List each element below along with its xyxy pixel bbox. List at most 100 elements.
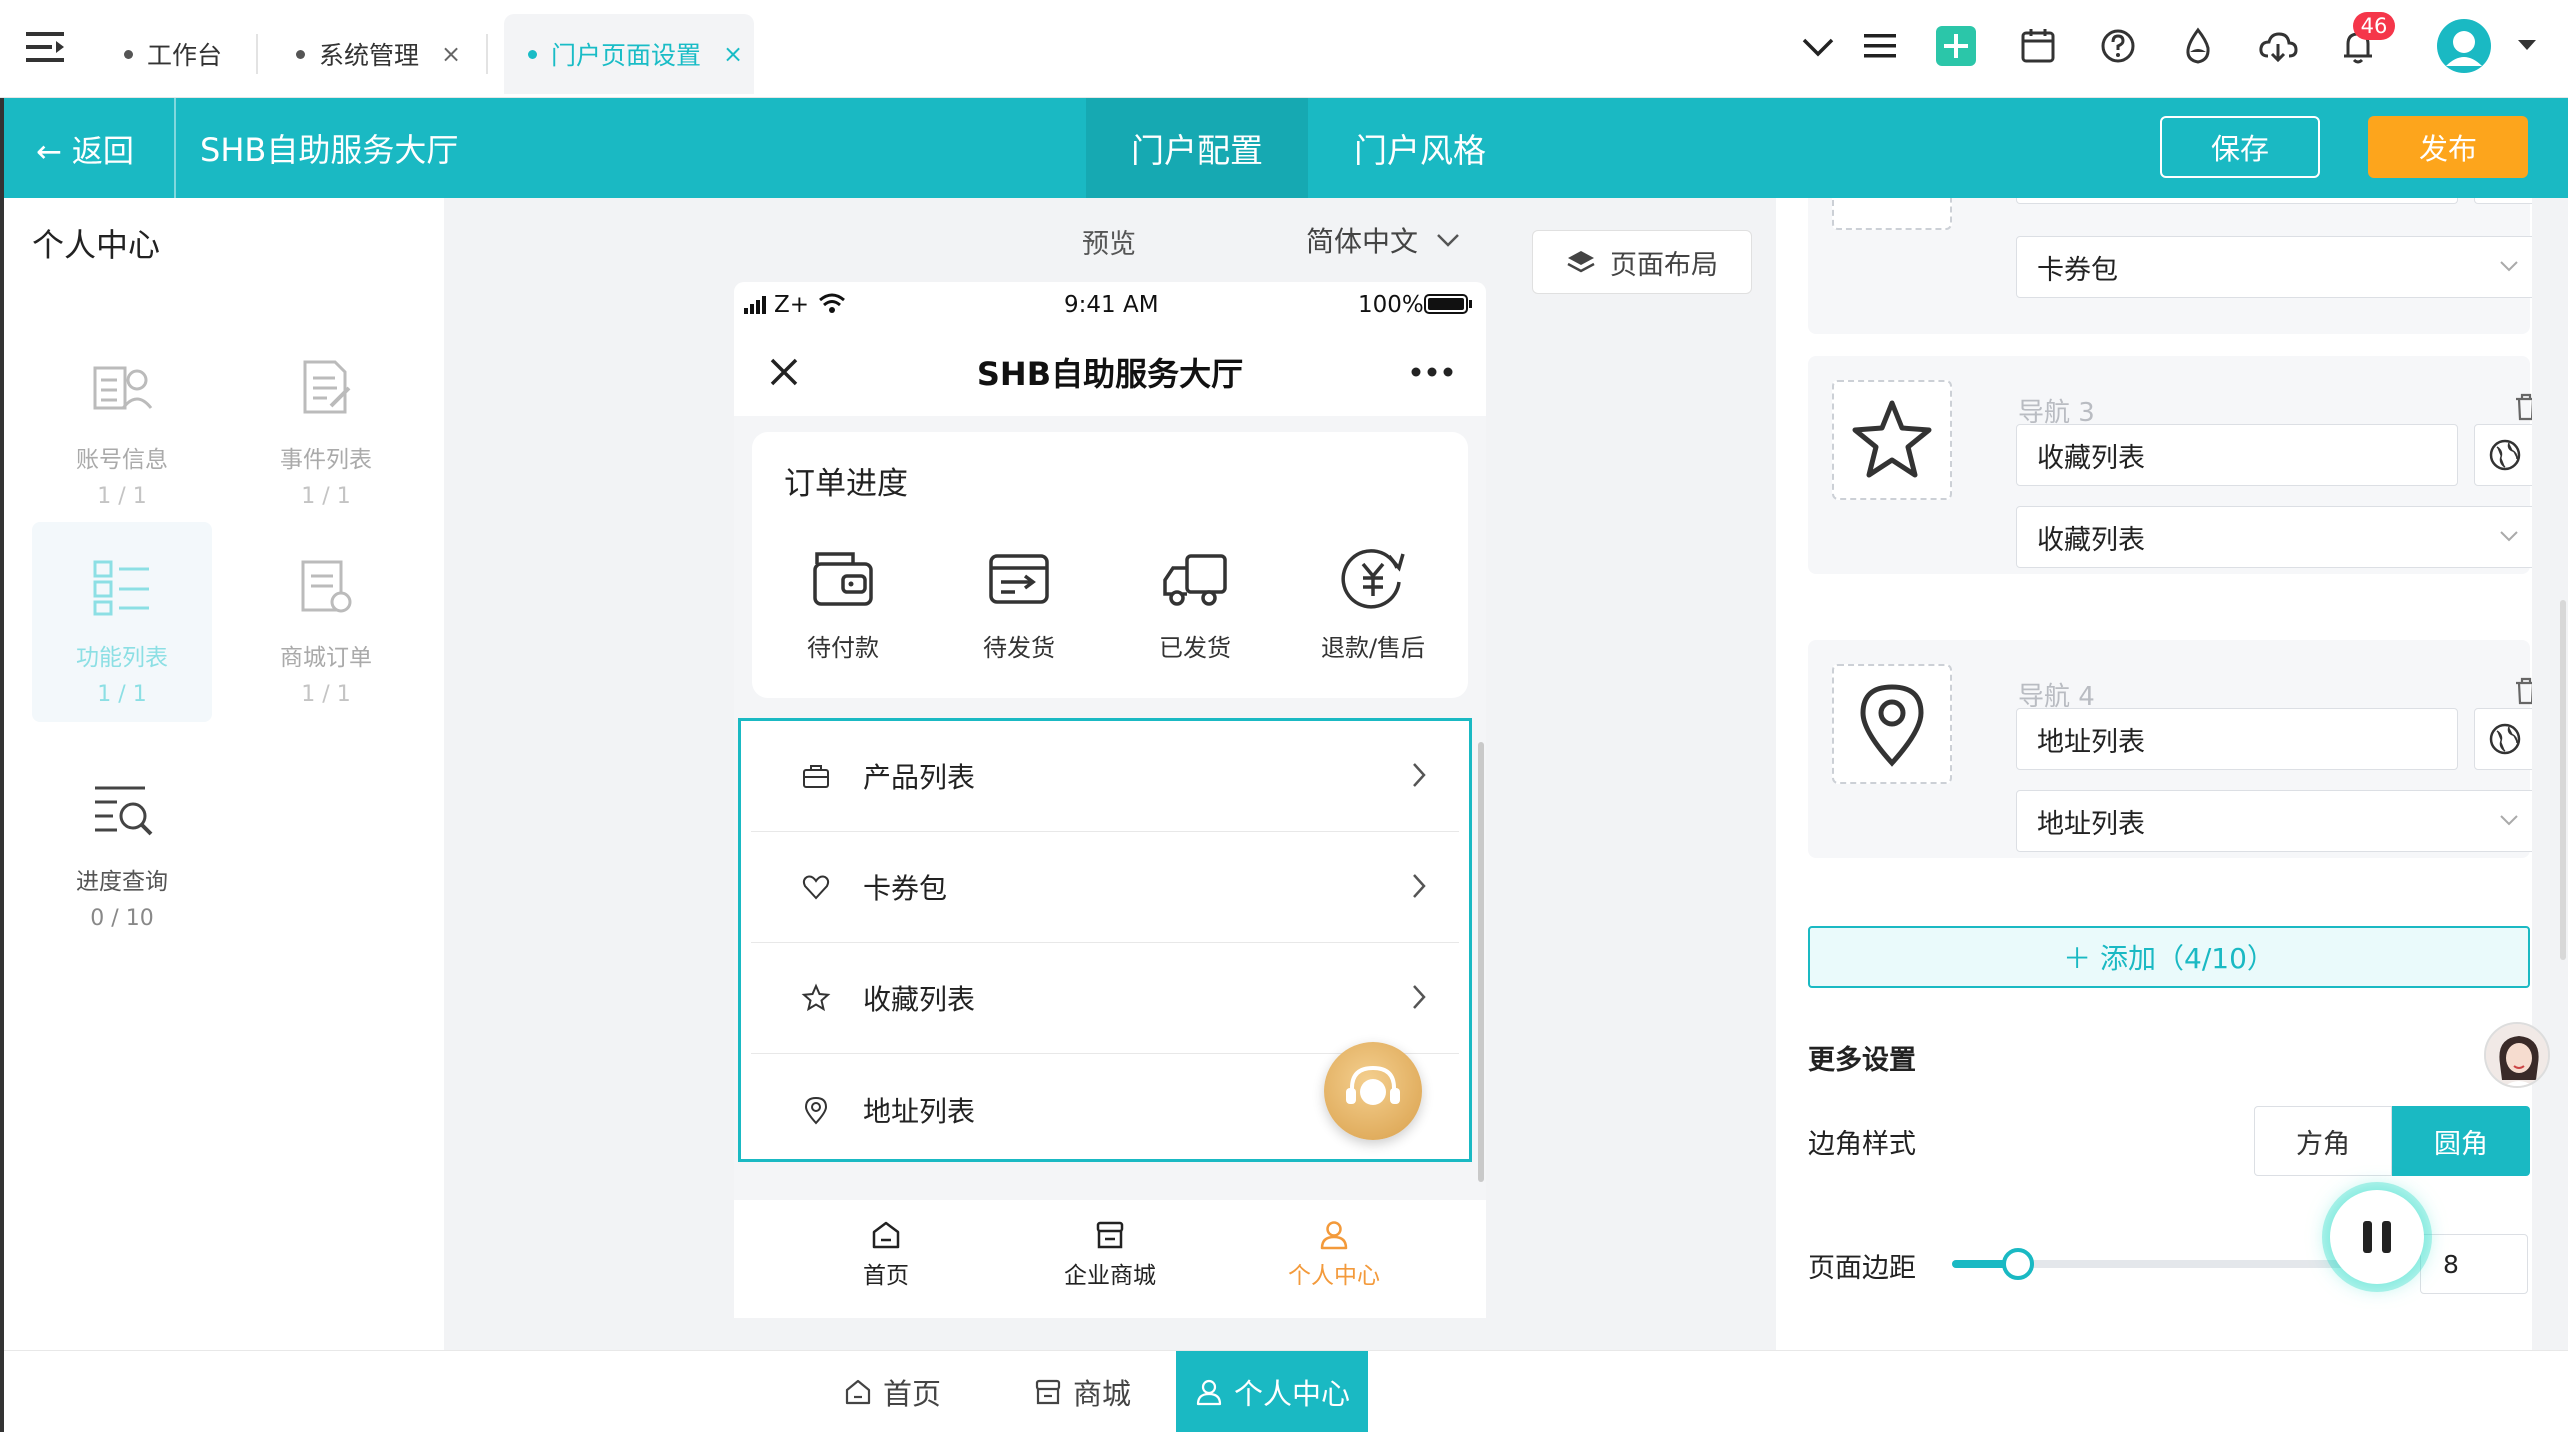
- phone-scrollbar[interactable]: [1478, 742, 1484, 1182]
- tab-portal-config[interactable]: 门户配置: [1086, 98, 1308, 198]
- globe-icon[interactable]: [2474, 198, 2532, 204]
- tab-workbench[interactable]: 工作台: [124, 14, 254, 94]
- tab-portal-style[interactable]: 门户风格: [1320, 98, 1520, 198]
- avatar-dropdown-icon[interactable]: [2512, 30, 2542, 60]
- customer-service-button[interactable]: [1324, 1042, 1422, 1140]
- menu-icon[interactable]: [26, 30, 64, 64]
- phone-tab-mall[interactable]: 企业商城: [1010, 1218, 1210, 1290]
- more-icon[interactable]: [1410, 366, 1454, 378]
- phone-tab-bar: 首页 企业商城 个人中心: [734, 1200, 1486, 1318]
- component-label: 账号信息: [76, 447, 168, 473]
- nav-image-slot[interactable]: [1832, 380, 1952, 500]
- tab-divider: [256, 34, 258, 74]
- close-icon[interactable]: ×: [723, 40, 743, 68]
- nav-link-select[interactable]: 收藏列表: [2016, 506, 2532, 568]
- corner-square-option[interactable]: 方角: [2254, 1106, 2392, 1176]
- phone-tab-label: 个人中心: [1288, 1263, 1380, 1289]
- publish-button[interactable]: 发布: [2368, 116, 2528, 178]
- fire-icon[interactable]: [2176, 24, 2220, 68]
- list-item-products[interactable]: 产品列表: [751, 721, 1459, 832]
- order-refund[interactable]: 退款/售后: [1298, 542, 1448, 663]
- component-progress-query[interactable]: 进度查询 0 / 10: [32, 746, 212, 946]
- save-button[interactable]: 保存: [2160, 116, 2320, 178]
- panel-title: 个人中心: [32, 226, 161, 264]
- nav-name-input[interactable]: 地址列表: [2016, 708, 2458, 770]
- nav-image-slot[interactable]: [1832, 198, 1952, 230]
- list-icon[interactable]: [1858, 24, 1902, 68]
- corner-round-option[interactable]: 圆角: [2392, 1106, 2530, 1176]
- user-icon: [1320, 1221, 1348, 1250]
- page-title: SHB自助服务大厅: [200, 131, 459, 169]
- star-icon: [1852, 400, 1932, 478]
- list-item-favorites[interactable]: 收藏列表: [751, 943, 1459, 1054]
- cloud-icon[interactable]: [2256, 24, 2300, 68]
- wifi-icon: [819, 293, 845, 313]
- order-shipped[interactable]: 已发货: [1120, 542, 1270, 663]
- chevron-down-icon: [2500, 531, 2518, 542]
- progress-query-icon: [95, 786, 153, 836]
- add-icon[interactable]: [1934, 24, 1978, 68]
- header-divider: [174, 98, 176, 198]
- account-info-icon: [93, 366, 153, 410]
- trash-icon[interactable]: [2512, 392, 2532, 422]
- language-globe-button[interactable]: [2474, 708, 2532, 770]
- component-event-list[interactable]: 事件列表 1 / 1: [236, 324, 416, 524]
- location-pin-icon: [1860, 684, 1924, 767]
- heart-icon: [802, 875, 830, 900]
- headset-icon: [1346, 1065, 1400, 1105]
- calendar-icon[interactable]: [2016, 24, 2060, 68]
- globe-icon: [2489, 723, 2521, 755]
- phone-tab-home[interactable]: 首页: [786, 1218, 986, 1290]
- add-nav-button[interactable]: ＋ 添加（4/10）: [1808, 926, 2530, 988]
- chevron-down-icon[interactable]: [1796, 24, 1840, 68]
- chevron-down-icon: [1437, 234, 1459, 247]
- help-icon[interactable]: [2096, 24, 2140, 68]
- bottom-tab-profile[interactable]: 个人中心: [1176, 1351, 1368, 1432]
- page-margin-input[interactable]: 8: [2420, 1234, 2528, 1294]
- chevron-right-icon: [1413, 763, 1426, 787]
- phone-tab-profile[interactable]: 个人中心: [1234, 1218, 1434, 1290]
- assistant-avatar[interactable]: [2484, 1022, 2550, 1088]
- phone-tab-label: 企业商城: [1064, 1263, 1156, 1289]
- refund-icon: [1341, 549, 1405, 609]
- box-icon: [989, 554, 1049, 604]
- close-icon[interactable]: ×: [441, 40, 461, 68]
- order-item-label: 待发货: [983, 634, 1055, 662]
- nav-link-select[interactable]: 卡券包: [2016, 236, 2532, 298]
- nav-link-value: 卡券包: [2037, 254, 2118, 286]
- list-item-label: 地址列表: [863, 1094, 976, 1128]
- page-layout-label: 页面布局: [1610, 249, 1718, 281]
- language-select[interactable]: 简体中文: [1306, 220, 1462, 260]
- recording-pause-button[interactable]: [2330, 1190, 2424, 1284]
- bottom-tab-home[interactable]: 首页: [822, 1351, 962, 1432]
- slider-handle[interactable]: [2002, 1248, 2034, 1280]
- component-function-list[interactable]: 功能列表 1 / 1: [32, 522, 212, 722]
- tab-label: 工作台: [147, 41, 223, 70]
- component-mall-orders[interactable]: 商城订单 1 / 1: [236, 522, 416, 722]
- nav-image-slot[interactable]: [1832, 664, 1952, 784]
- trash-icon[interactable]: [2512, 676, 2532, 706]
- language-globe-button[interactable]: [2474, 424, 2532, 486]
- order-item-label: 待付款: [807, 634, 879, 662]
- nav-name-input[interactable]: 收藏列表: [2016, 424, 2458, 486]
- bottom-tab-label: 首页: [882, 1377, 941, 1411]
- nav-link-select[interactable]: 地址列表: [2016, 790, 2532, 852]
- page-layout-button[interactable]: 页面布局: [1532, 230, 1752, 294]
- tab-system-management[interactable]: 系统管理 ×: [296, 14, 466, 94]
- page-margin-slider[interactable]: [1952, 1248, 2392, 1280]
- bottom-tab-mall[interactable]: 商城: [1012, 1351, 1152, 1432]
- order-pending-shipment[interactable]: 待发货: [944, 542, 1094, 663]
- nav-name-input[interactable]: [2016, 198, 2458, 204]
- list-item-label: 产品列表: [863, 761, 976, 794]
- component-label: 功能列表: [76, 645, 168, 671]
- order-progress-title: 订单进度: [784, 466, 908, 502]
- component-account-info[interactable]: 账号信息 1 / 1: [32, 324, 212, 524]
- settings-scrollbar[interactable]: [2560, 600, 2566, 960]
- user-icon: [1196, 1379, 1222, 1406]
- order-pending-payment[interactable]: 待付款: [768, 542, 918, 663]
- component-panel: 个人中心 账号信息 1 / 1 事件列表 1 / 1 功能列表 1 / 1 商城…: [4, 198, 444, 1350]
- tab-portal-page-settings[interactable]: 门户页面设置 ×: [504, 14, 754, 94]
- user-avatar[interactable]: [2436, 18, 2492, 74]
- list-item-coupons[interactable]: 卡券包: [751, 832, 1459, 943]
- back-button[interactable]: ← 返回: [36, 98, 134, 198]
